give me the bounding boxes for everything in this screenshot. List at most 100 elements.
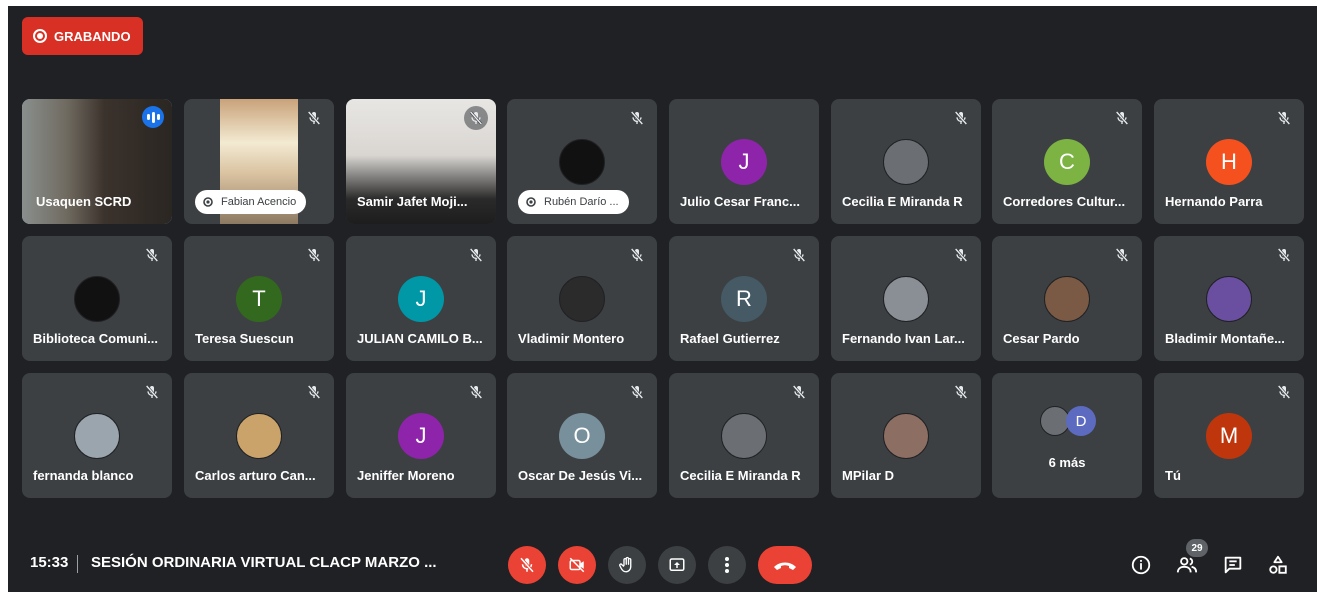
participant-avatar: M [1206, 413, 1252, 459]
participant-name: Corredores Cultur... [1003, 194, 1126, 209]
mic-off-icon [953, 384, 969, 400]
mic-off-icon [1114, 247, 1130, 263]
participant-tile[interactable]: Cecilia E Miranda R [831, 99, 981, 224]
meeting-time: 15:33 [30, 554, 69, 571]
participant-tile[interactable]: J Julio Cesar Franc... [669, 99, 819, 224]
participant-tile[interactable]: M Tú [1154, 373, 1304, 498]
participant-name: Julio Cesar Franc... [680, 194, 800, 209]
participant-name: Oscar De Jesús Vi... [518, 468, 643, 483]
participant-name: Jeniffer Moreno [357, 468, 455, 483]
participant-avatar: J [398, 276, 444, 322]
participant-avatar [236, 413, 282, 459]
mic-off-icon [1276, 247, 1292, 263]
pinned-name-chip[interactable]: Rubén Darío ... [518, 190, 629, 214]
participant-tile[interactable]: J JULIAN CAMILO B... [346, 236, 496, 361]
participants-count-badge: 29 [1186, 539, 1208, 557]
participant-tile[interactable]: Rubén Darío ... [507, 99, 657, 224]
participant-tile[interactable]: R Rafael Gutierrez [669, 236, 819, 361]
camera-toggle-button[interactable] [558, 546, 596, 584]
mic-off-icon [953, 110, 969, 126]
participant-tile[interactable]: T Teresa Suescun [184, 236, 334, 361]
participant-tile[interactable]: Carlos arturo Can... [184, 373, 334, 498]
participant-tile[interactable]: J Jeniffer Moreno [346, 373, 496, 498]
participant-name: Cecilia E Miranda R [680, 468, 801, 483]
present-icon [669, 558, 685, 571]
recording-label: GRABANDO [54, 28, 131, 44]
meet-window: GRABANDO Usaquen SCRD Fabian Acencio Samir… [8, 6, 1317, 592]
mic-off-icon [629, 110, 645, 126]
activities-button[interactable] [1266, 553, 1290, 577]
mic-off-icon [791, 384, 807, 400]
mic-off-icon [519, 557, 535, 573]
chat-button[interactable] [1221, 553, 1245, 577]
hand-icon [619, 556, 632, 573]
participant-tile[interactable]: Cecilia E Miranda R [669, 373, 819, 498]
more-vert-icon [725, 557, 729, 573]
participant-tile[interactable]: Fernando Ivan Lar... [831, 236, 981, 361]
pin-icon [526, 196, 536, 208]
participant-tile[interactable]: D 6 más [992, 373, 1142, 498]
participant-avatar: H [1206, 139, 1252, 185]
participant-avatar: O [559, 413, 605, 459]
more-participants-label: 6 más [1048, 455, 1086, 470]
participant-tile[interactable]: Bladimir Montañe... [1154, 236, 1304, 361]
participant-tile[interactable]: Samir Jafet Moji... [346, 99, 496, 224]
present-screen-button[interactable] [658, 546, 696, 584]
pinned-name-chip[interactable]: Fabian Acencio [195, 190, 307, 214]
participant-name: Samir Jafet Moji... [357, 194, 468, 209]
chat-icon [1224, 556, 1242, 574]
participant-tile[interactable]: C Corredores Cultur... [992, 99, 1142, 224]
participant-name: Biblioteca Comuni... [33, 331, 158, 346]
people-icon [1176, 557, 1198, 573]
participant-name: Vladimir Montero [518, 331, 625, 346]
participant-name: Cesar Pardo [1003, 331, 1080, 346]
participant-name: MPilar D [842, 468, 895, 483]
mic-off-icon [629, 384, 645, 400]
participant-name: Usaquen SCRD [36, 194, 132, 209]
participant-tile[interactable]: Vladimir Montero [507, 236, 657, 361]
participant-avatar: R [721, 276, 767, 322]
mic-off-icon [468, 384, 484, 400]
mic-off-icon [1276, 384, 1292, 400]
mic-off-icon [306, 384, 322, 400]
participant-name: Fernando Ivan Lar... [842, 331, 965, 346]
mic-off-icon [791, 247, 807, 263]
participant-name: Carlos arturo Can... [195, 468, 316, 483]
activities-icon [1269, 555, 1287, 574]
participant-avatar: J [398, 413, 444, 459]
speaking-indicator-icon [142, 106, 164, 128]
participant-avatar [74, 413, 120, 459]
participant-tile[interactable]: Biblioteca Comuni... [22, 236, 172, 361]
mic-off-icon [1114, 110, 1130, 126]
participant-tile[interactable]: O Oscar De Jesús Vi... [507, 373, 657, 498]
participant-name: Tú [1165, 468, 1181, 483]
meeting-title[interactable]: SESIÓN ORDINARIA VIRTUAL CLACP MARZO ... [91, 554, 437, 571]
participant-avatar: D [1066, 406, 1096, 436]
participant-tile[interactable]: Usaquen SCRD [22, 99, 172, 224]
mic-off-icon [468, 247, 484, 263]
mic-off-icon [144, 247, 160, 263]
mic-off-icon [306, 110, 322, 126]
meeting-details-button[interactable] [1129, 553, 1153, 577]
bottom-bar: 15:33 SESIÓN ORDINARIA VIRTUAL CLACP MAR… [8, 537, 1317, 592]
mic-toggle-button[interactable] [508, 546, 546, 584]
participant-tile[interactable]: Fabian Acencio [184, 99, 334, 224]
participant-name: JULIAN CAMILO B... [357, 331, 483, 346]
participant-tile[interactable]: H Hernando Parra [1154, 99, 1304, 224]
participant-tile[interactable]: Cesar Pardo [992, 236, 1142, 361]
participant-tile[interactable]: MPilar D [831, 373, 981, 498]
participant-avatar [74, 276, 120, 322]
raise-hand-button[interactable] [608, 546, 646, 584]
participant-avatar [883, 413, 929, 459]
divider [77, 555, 78, 573]
participant-avatar: C [1044, 139, 1090, 185]
mic-off-icon [464, 106, 488, 130]
participant-name: Bladimir Montañe... [1165, 331, 1285, 346]
pin-icon [203, 196, 213, 208]
more-options-button[interactable] [708, 546, 746, 584]
participant-avatar [1044, 276, 1090, 322]
participant-tile[interactable]: fernanda blanco [22, 373, 172, 498]
mic-off-icon [144, 384, 160, 400]
participant-avatar: T [236, 276, 282, 322]
leave-call-button[interactable] [758, 546, 812, 584]
